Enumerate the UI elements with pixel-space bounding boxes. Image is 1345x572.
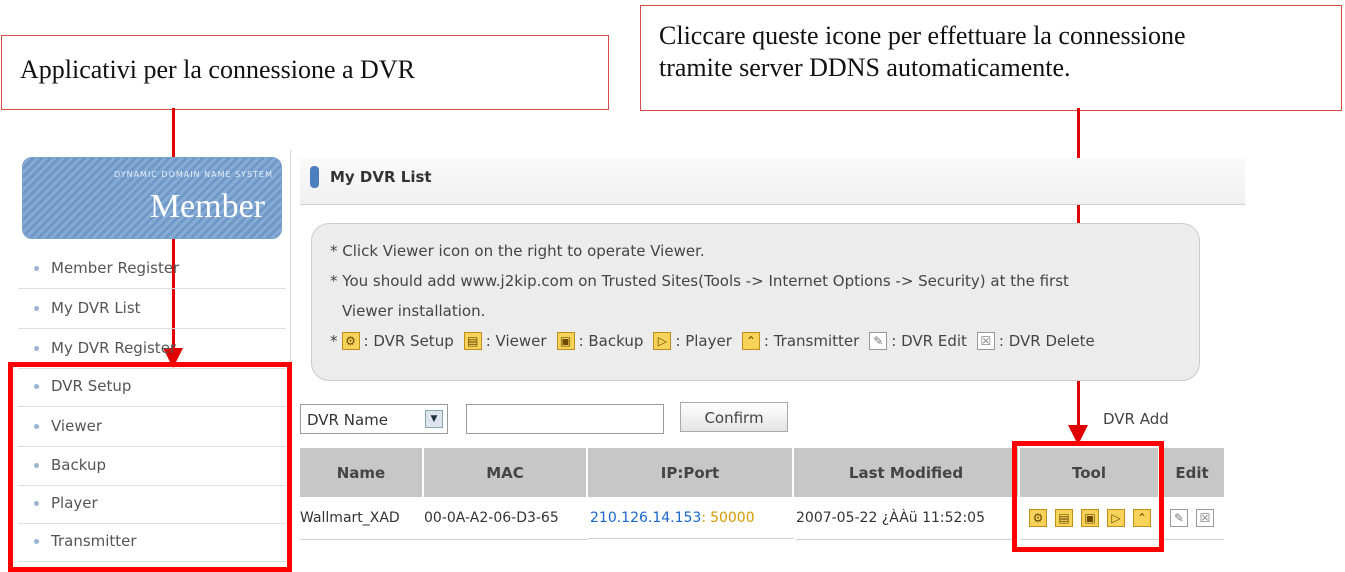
highlight-box-tool-icons (1012, 441, 1164, 552)
legend-label: : Viewer (485, 332, 547, 350)
select-value: DVR Name (307, 411, 388, 429)
callout-right-line2: tramite server DDNS automaticamente. (659, 53, 1071, 82)
legend-label: : Transmitter (763, 332, 860, 350)
legend-label: : Player (675, 332, 732, 350)
search-input[interactable] (466, 404, 664, 434)
member-title: Member (149, 188, 265, 225)
sidebar-item-label: My DVR List (51, 299, 141, 317)
edit-icon[interactable]: ✎ (1170, 509, 1188, 527)
sidebar-item-member-register[interactable]: Member Register (18, 248, 286, 289)
dvr-add-link[interactable]: DVR Add (1103, 410, 1169, 428)
cell-ip-port: 210.126.14.153:50000 (588, 497, 794, 539)
edit-icon: ✎ (869, 332, 888, 350)
delete-icon: ☒ (976, 332, 995, 350)
cell-edit: ✎ ☒ (1160, 497, 1224, 540)
callout-right-line1: Cliccare queste icone per effettuare la … (659, 21, 1186, 50)
delete-icon[interactable]: ☒ (1196, 509, 1214, 527)
legend-label: : Backup (578, 332, 644, 350)
icon-legend: * ⚙: DVR Setup ▤: Viewer ▣: Backup ▷: Pl… (330, 332, 1095, 350)
chevron-down-icon[interactable]: ▼ (425, 410, 443, 428)
callout-left-text: Applicativi per la connessione a DVR (20, 55, 415, 84)
port-separator: : (701, 509, 707, 526)
sidebar-item-label: Member Register (51, 259, 180, 277)
callout-left: Applicativi per la connessione a DVR (1, 35, 609, 110)
info-line-1: * Click Viewer icon on the right to oper… (330, 242, 705, 260)
bullet-icon (34, 345, 39, 351)
viewer-icon: ▤ (463, 332, 482, 350)
member-subtitle: DYNAMIC DOMAIN NAME SYSTEM (113, 170, 273, 179)
column-header-edit: Edit (1160, 448, 1224, 497)
confirm-button[interactable]: Confirm (680, 402, 788, 432)
cell-last-modified: 2007-05-22 ¿ÀÀü 11:52:05 (796, 497, 1016, 540)
cell-mac: 00-0A-A2-06-D3-65 (424, 497, 588, 540)
member-banner: DYNAMIC DOMAIN NAME SYSTEM Member (22, 157, 282, 239)
legend-label: : DVR Edit (891, 332, 967, 350)
page-header (300, 158, 1245, 205)
info-line-3: Viewer installation. (342, 302, 486, 320)
cell-name[interactable]: Wallmart_XAD (300, 497, 424, 540)
legend-prefix: * (330, 332, 338, 350)
play-icon: ▷ (653, 332, 672, 350)
legend-label: : DVR Delete (998, 332, 1095, 350)
bullet-icon (34, 265, 39, 271)
info-line-2: * You should add www.j2kip.com on Truste… (330, 272, 1069, 290)
callout-right: Cliccare queste icone per effettuare la … (640, 5, 1342, 111)
port-value[interactable]: 50000 (710, 510, 755, 526)
sidebar-item-my-dvr-list[interactable]: My DVR List (18, 288, 286, 329)
column-header-name: Name (300, 448, 424, 497)
column-header-last-modified: Last Modified (794, 448, 1020, 497)
sidebar-item-label: My DVR Register (51, 339, 177, 357)
ip-link[interactable]: 210.126.14.153 (590, 510, 701, 526)
header-marker-icon (310, 166, 319, 188)
bullet-icon (34, 305, 39, 311)
column-header-mac: MAC (424, 448, 588, 497)
info-panel: * Click Viewer icon on the right to oper… (311, 223, 1200, 381)
page-title: My DVR List (330, 168, 432, 186)
column-header-ip-port: IP:Port (588, 448, 794, 497)
gear-icon: ⚙ (341, 332, 360, 350)
transmitter-icon: ⌃ (741, 332, 760, 350)
legend-label: : DVR Setup (363, 332, 454, 350)
dvr-filter-select[interactable]: DVR Name ▼ (300, 404, 448, 434)
backup-icon: ▣ (556, 332, 575, 350)
highlight-box-applications (8, 362, 292, 572)
